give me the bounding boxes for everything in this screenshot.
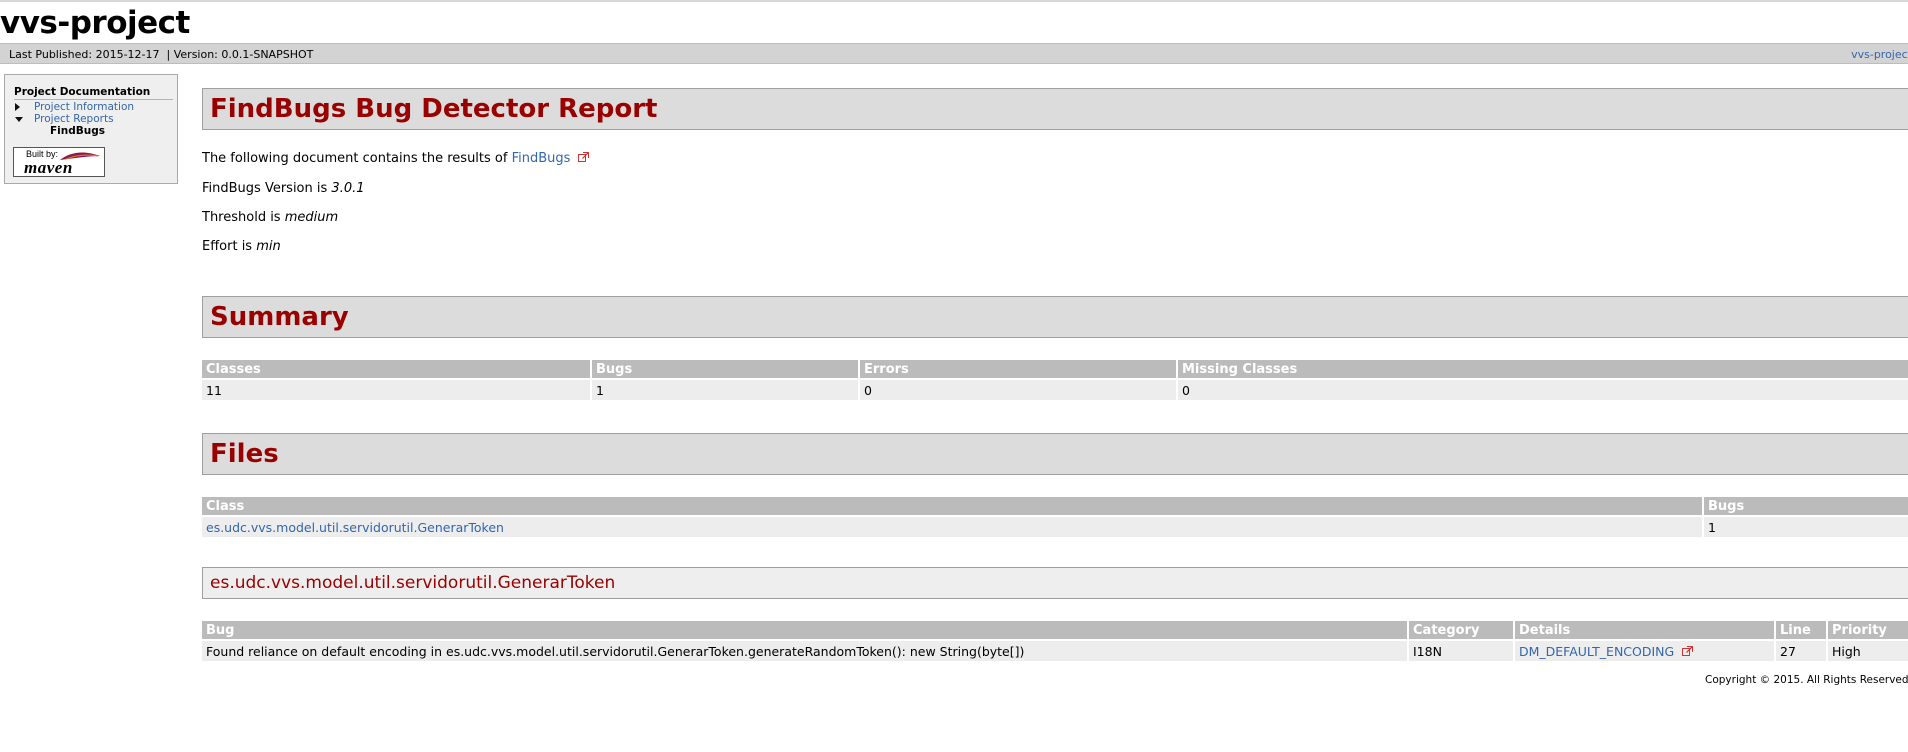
sidebar-item-findbugs: FindBugs xyxy=(14,125,177,137)
sidebar-link-project-reports[interactable]: Project Reports xyxy=(34,113,114,125)
class-section-title: es.udc.vvs.model.util.servidorutil.Gener… xyxy=(210,573,616,593)
version-paragraph: FindBugs Version is 3.0.1 xyxy=(202,181,365,196)
maven-logo-text: maven xyxy=(24,158,73,177)
bug-details-link[interactable]: DM_DEFAULT_ENCODING xyxy=(1519,644,1674,659)
sidebar-nav: Project Documentation Project Informatio… xyxy=(4,74,178,184)
effort-paragraph: Effort is min xyxy=(202,239,281,254)
summary-header-missing-classes: Missing Classes xyxy=(1178,360,1908,378)
summary-header-classes: Classes xyxy=(202,360,590,378)
summary-classes-value: 11 xyxy=(202,380,590,400)
class-section-title-bar: es.udc.vvs.model.util.servidorutil.Gener… xyxy=(202,567,1908,599)
files-table: Class Bugs es.udc.vvs.model.util.servido… xyxy=(200,495,1908,539)
version-text: FindBugs Version is xyxy=(202,181,328,196)
summary-header-errors: Errors xyxy=(860,360,1176,378)
files-title: Files xyxy=(210,439,279,469)
footer-copyright: Copyright © 2015. All Rights Reserved. xyxy=(1705,674,1908,686)
threshold-text: Threshold is xyxy=(202,210,281,225)
breadcrumbs-bar: Last Published: 2015-12-17 | Version: 0.… xyxy=(0,43,1908,64)
summary-title-bar: Summary xyxy=(202,296,1908,338)
bug-details-cell: DM_DEFAULT_ENCODING xyxy=(1515,641,1774,661)
file-bugs-cell: 1 xyxy=(1704,517,1908,537)
bug-line-cell: 27 xyxy=(1776,641,1826,661)
files-header-row: Class Bugs xyxy=(202,497,1908,515)
summary-header-row: Classes Bugs Errors Missing Classes xyxy=(202,360,1908,378)
sidebar-current-label: FindBugs xyxy=(50,125,106,137)
summary-bugs-value: 1 xyxy=(592,380,858,400)
file-class-cell: es.udc.vvs.model.util.servidorutil.Gener… xyxy=(202,517,1702,537)
effort-value: min xyxy=(256,239,281,254)
summary-header-bugs: Bugs xyxy=(592,360,858,378)
threshold-paragraph: Threshold is medium xyxy=(202,210,338,225)
report-title-bar: FindBugs Bug Detector Report xyxy=(202,88,1908,130)
effort-text: Effort is xyxy=(202,239,253,254)
bug-description-cell: Found reliance on default encoding in es… xyxy=(202,641,1407,661)
banner: vvs-project xyxy=(0,3,190,43)
summary-missing-classes-value: 0 xyxy=(1178,380,1908,400)
report-title: FindBugs Bug Detector Report xyxy=(210,94,658,124)
triangle-down-icon xyxy=(15,117,23,122)
intro-paragraph: The following document contains the resu… xyxy=(202,151,590,166)
table-row: 11 1 0 0 xyxy=(202,380,1908,400)
sidebar-menu: Project Information Project Reports Find… xyxy=(14,101,177,137)
sidebar-item-project-reports[interactable]: Project Reports xyxy=(14,113,177,125)
findbugs-link[interactable]: FindBugs xyxy=(512,151,571,166)
bug-header-priority: Priority xyxy=(1828,621,1908,639)
bug-category-cell: I18N xyxy=(1409,641,1513,661)
threshold-value: medium xyxy=(284,210,339,225)
intro-text: The following document contains the resu… xyxy=(202,151,508,166)
findbugs-version: 3.0.1 xyxy=(331,181,365,196)
bug-header-bug: Bug xyxy=(202,621,1407,639)
triangle-right-icon xyxy=(15,103,20,111)
project-title: vvs-project xyxy=(0,5,190,41)
table-row: es.udc.vvs.model.util.servidorutil.Gener… xyxy=(202,517,1908,537)
bug-header-category: Category xyxy=(1409,621,1513,639)
bug-header-row: Bug Category Details Line Priority xyxy=(202,621,1908,639)
files-title-bar: Files xyxy=(202,433,1908,475)
breadcrumb-separator: | xyxy=(166,48,171,61)
published-date: 2015-12-17 xyxy=(95,48,160,61)
summary-errors-value: 0 xyxy=(860,380,1176,400)
files-header-class: Class xyxy=(202,497,1702,515)
summary-table: Classes Bugs Errors Missing Classes 11 1… xyxy=(200,358,1908,402)
table-row: Found reliance on default encoding in es… xyxy=(202,641,1908,661)
sidebar-item-project-information[interactable]: Project Information xyxy=(14,101,177,113)
summary-title: Summary xyxy=(210,302,349,332)
published-label: Last Published: xyxy=(9,48,93,61)
version-value: 0.0.1-SNAPSHOT xyxy=(221,48,314,61)
bug-header-details: Details xyxy=(1515,621,1774,639)
bug-priority-cell: High xyxy=(1828,641,1908,661)
files-header-bugs: Bugs xyxy=(1704,497,1908,515)
top-rule xyxy=(0,0,1908,2)
external-link-icon[interactable] xyxy=(1682,645,1694,656)
built-by-maven-badge[interactable]: Built by: maven xyxy=(13,147,105,177)
publish-info: Last Published: 2015-12-17 | Version: 0.… xyxy=(9,44,313,65)
project-home-link[interactable]: vvs-project xyxy=(1851,44,1908,65)
bug-header-line: Line xyxy=(1776,621,1826,639)
version-label: Version: xyxy=(173,48,218,61)
bug-details-table: Bug Category Details Line Priority Found… xyxy=(200,619,1908,663)
sidebar-heading: Project Documentation xyxy=(14,86,173,100)
sidebar-link-project-information[interactable]: Project Information xyxy=(34,101,134,113)
external-link-icon[interactable] xyxy=(578,152,590,162)
file-class-link[interactable]: es.udc.vvs.model.util.servidorutil.Gener… xyxy=(206,520,504,535)
